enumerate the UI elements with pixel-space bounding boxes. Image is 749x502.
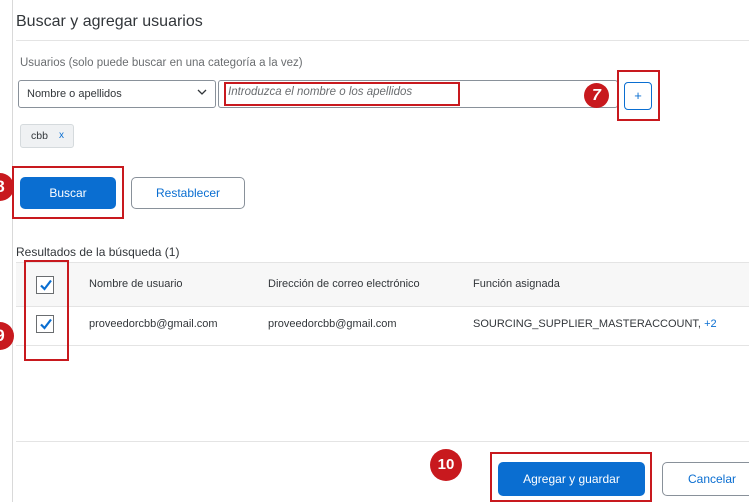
cell-email: proveedorcbb@gmail.com xyxy=(268,318,397,330)
column-header-username: Nombre de usuario xyxy=(89,278,183,290)
cell-role: SOURCING_SUPPLIER_MASTERACCOUNT, +2 xyxy=(473,318,717,330)
column-header-email: Dirección de correo electrónico xyxy=(268,278,420,290)
chevron-down-icon xyxy=(196,86,208,101)
users-search-label: Usuarios (solo puede buscar en una categ… xyxy=(20,57,303,69)
more-roles-link[interactable]: +2 xyxy=(704,318,717,330)
search-category-select[interactable]: Nombre o apellidos xyxy=(18,80,216,108)
search-token-label: cbb xyxy=(31,130,48,142)
cell-username: proveedorcbb@gmail.com xyxy=(89,318,218,330)
step-badge-7: 7 xyxy=(584,83,609,108)
reset-button[interactable]: Restablecer xyxy=(131,177,245,209)
add-search-criteria-button[interactable]: + xyxy=(624,82,652,110)
cell-role-text: SOURCING_SUPPLIER_MASTERACCOUNT, xyxy=(473,318,701,330)
row-divider xyxy=(16,345,749,346)
search-token: cbb x xyxy=(20,124,74,148)
add-and-save-button[interactable]: Agregar y guardar xyxy=(498,462,645,496)
cancel-button[interactable]: Cancelar xyxy=(662,462,749,496)
results-table-header: Nombre de usuario Dirección de correo el… xyxy=(16,262,749,307)
highlight-checkboxes xyxy=(24,260,69,361)
search-category-value: Nombre o apellidos xyxy=(27,88,122,100)
remove-token-icon[interactable]: x xyxy=(59,130,64,141)
dialog-left-border xyxy=(12,0,13,502)
step-badge-10: 10 xyxy=(430,449,462,481)
search-results-label: Resultados de la búsqueda (1) xyxy=(16,245,180,259)
title-divider xyxy=(16,40,749,41)
highlight-search-input xyxy=(224,82,460,106)
dialog-title: Buscar y agregar usuarios xyxy=(16,13,203,30)
search-button[interactable]: Buscar xyxy=(20,177,116,209)
column-header-role: Función asignada xyxy=(473,278,560,290)
footer-divider xyxy=(16,441,749,442)
